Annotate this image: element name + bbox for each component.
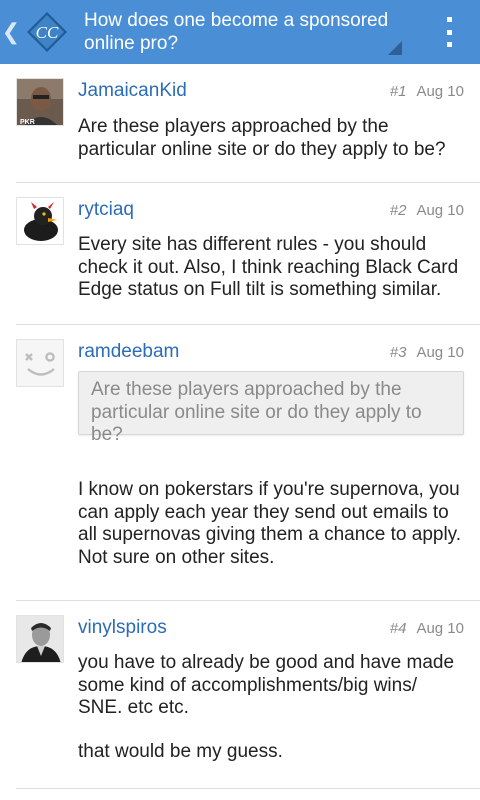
post-number: #3 <box>389 343 407 361</box>
post-header: vinylspiros #4 Aug 10 <box>78 615 464 641</box>
post-item: rytciaq #2 Aug 10 Every site has differen… <box>16 183 480 325</box>
author-link[interactable]: vinylspiros <box>78 617 167 639</box>
post-header: ramdeebam #3 Aug 10 <box>78 339 464 365</box>
quote-block: Are these players approached by the part… <box>78 371 464 445</box>
dropdown-triangle-icon <box>388 41 402 55</box>
post-header: rytciaq #2 Aug 10 <box>78 197 464 223</box>
thread-title-text: How does one become a sponsored online p… <box>84 10 389 54</box>
post-item: ramdeebam #3 Aug 10 Are these players app… <box>16 325 480 601</box>
post-body: Are these players approached by the part… <box>78 116 446 160</box>
post-date: Aug 10 <box>416 343 464 361</box>
post-body: I know on pokerstars if you're supernova… <box>78 479 462 568</box>
avatar[interactable]: PKR <box>16 78 64 126</box>
post-date: Aug 10 <box>416 619 464 637</box>
avatar[interactable] <box>16 197 64 245</box>
thread-title[interactable]: How does one become a sponsored online p… <box>84 0 402 64</box>
author-link[interactable]: rytciaq <box>78 199 134 221</box>
post-meta: #4 Aug 10 <box>390 620 464 637</box>
post-number: #4 <box>389 619 407 637</box>
avatar[interactable] <box>16 615 64 663</box>
author-link[interactable]: ramdeebam <box>78 341 179 363</box>
avatar[interactable] <box>16 339 64 387</box>
post-item: vinylspiros #4 Aug 10 you have to already… <box>16 601 480 789</box>
overflow-menu-icon[interactable] <box>444 17 454 47</box>
post-body: Every site has different rules - you sho… <box>78 234 459 300</box>
post-meta: #1 Aug 10 <box>390 83 464 100</box>
logo-text: CC <box>36 23 59 42</box>
post-body: you have to already be good and have mad… <box>78 652 455 718</box>
chevron-left-icon[interactable]: ❮ <box>2 0 20 64</box>
avatar-label: PKR <box>20 119 35 126</box>
post-date: Aug 10 <box>416 82 464 100</box>
post-header: JamaicanKid #1 Aug 10 <box>78 78 464 104</box>
post-list: PKR JamaicanKid #1 Aug 10 Are these playe… <box>0 64 480 789</box>
app-logo[interactable]: CC <box>26 11 68 53</box>
post-meta: #2 Aug 10 <box>390 202 464 219</box>
post-date: Aug 10 <box>416 201 464 219</box>
post-number: #1 <box>389 82 407 100</box>
post-number: #2 <box>389 201 407 219</box>
post-meta: #3 Aug 10 <box>390 344 464 361</box>
author-link[interactable]: JamaicanKid <box>78 80 187 102</box>
post-item: PKR JamaicanKid #1 Aug 10 Are these playe… <box>16 64 480 183</box>
action-bar: ❮ CC How does one become a sponsored onl… <box>0 0 480 64</box>
post-body-continued: that would be my guess. <box>78 741 283 762</box>
